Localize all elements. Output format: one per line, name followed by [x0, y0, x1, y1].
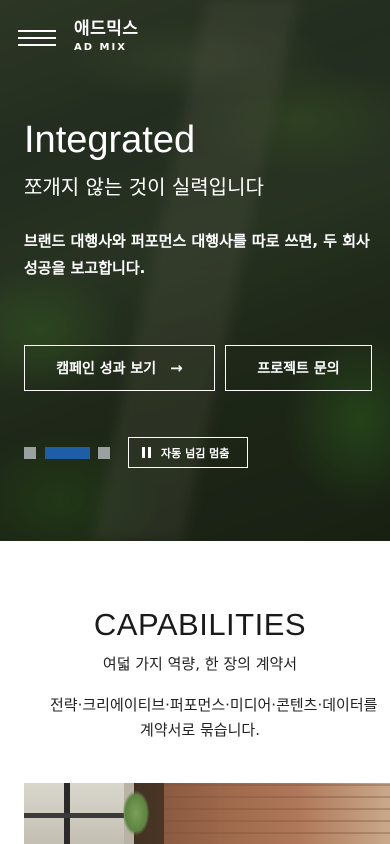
- hero-section: 애드믹스 AD MIX Integrated 쪼개지 않는 것이 실력입니다 브…: [0, 0, 390, 541]
- hero-description-line-2: 성공을 보고합니다.: [24, 259, 146, 277]
- logo-english: AD MIX: [74, 42, 127, 53]
- project-inquiry-label: 프로젝트 문의: [257, 361, 340, 377]
- project-inquiry-button[interactable]: 프로젝트 문의: [225, 345, 372, 391]
- hero-description-line-1: 브랜드 대행사와 퍼포먼스 대행사를 따로 쓰면, 두 회사: [24, 232, 370, 250]
- capabilities-description-line-1: 전략·크리에이티브·퍼포먼스·미디어·콘텐츠·데이터를: [50, 696, 378, 714]
- capabilities-photo: [24, 783, 390, 844]
- view-campaign-results-button[interactable]: 캠페인 성과 보기 →: [24, 345, 215, 391]
- logo-korean: 애드믹스: [74, 19, 139, 39]
- menu-icon[interactable]: [18, 28, 56, 48]
- view-campaign-results-label: 캠페인 성과 보기: [56, 361, 157, 377]
- hero-subtitle: 쪼개지 않는 것이 실력입니다: [24, 175, 264, 199]
- pause-icon: [142, 447, 152, 458]
- capabilities-subtitle: 여덟 가지 역량, 한 장의 계약서: [102, 655, 298, 673]
- autoplay-pause-button[interactable]: 자동 넘김 멈춤: [128, 437, 248, 468]
- autoplay-pause-label: 자동 넘김 멈춤: [161, 446, 230, 460]
- slide-indicator-3[interactable]: [98, 447, 110, 459]
- capabilities-description-line-2: 계약서로 묶습니다.: [140, 721, 260, 739]
- arrow-right-icon: →: [170, 359, 183, 377]
- slide-indicator-1[interactable]: [24, 447, 36, 459]
- slide-indicator-2-active[interactable]: [45, 447, 90, 459]
- hero-description: 브랜드 대행사와 퍼포먼스 대행사를 따로 쓰면, 두 회사 성공을 보고합니다…: [24, 228, 390, 282]
- capabilities-title: CAPABILITIES: [93, 607, 307, 642]
- logo[interactable]: 애드믹스 AD MIX: [74, 19, 139, 54]
- hero-title: Integrated: [24, 119, 196, 161]
